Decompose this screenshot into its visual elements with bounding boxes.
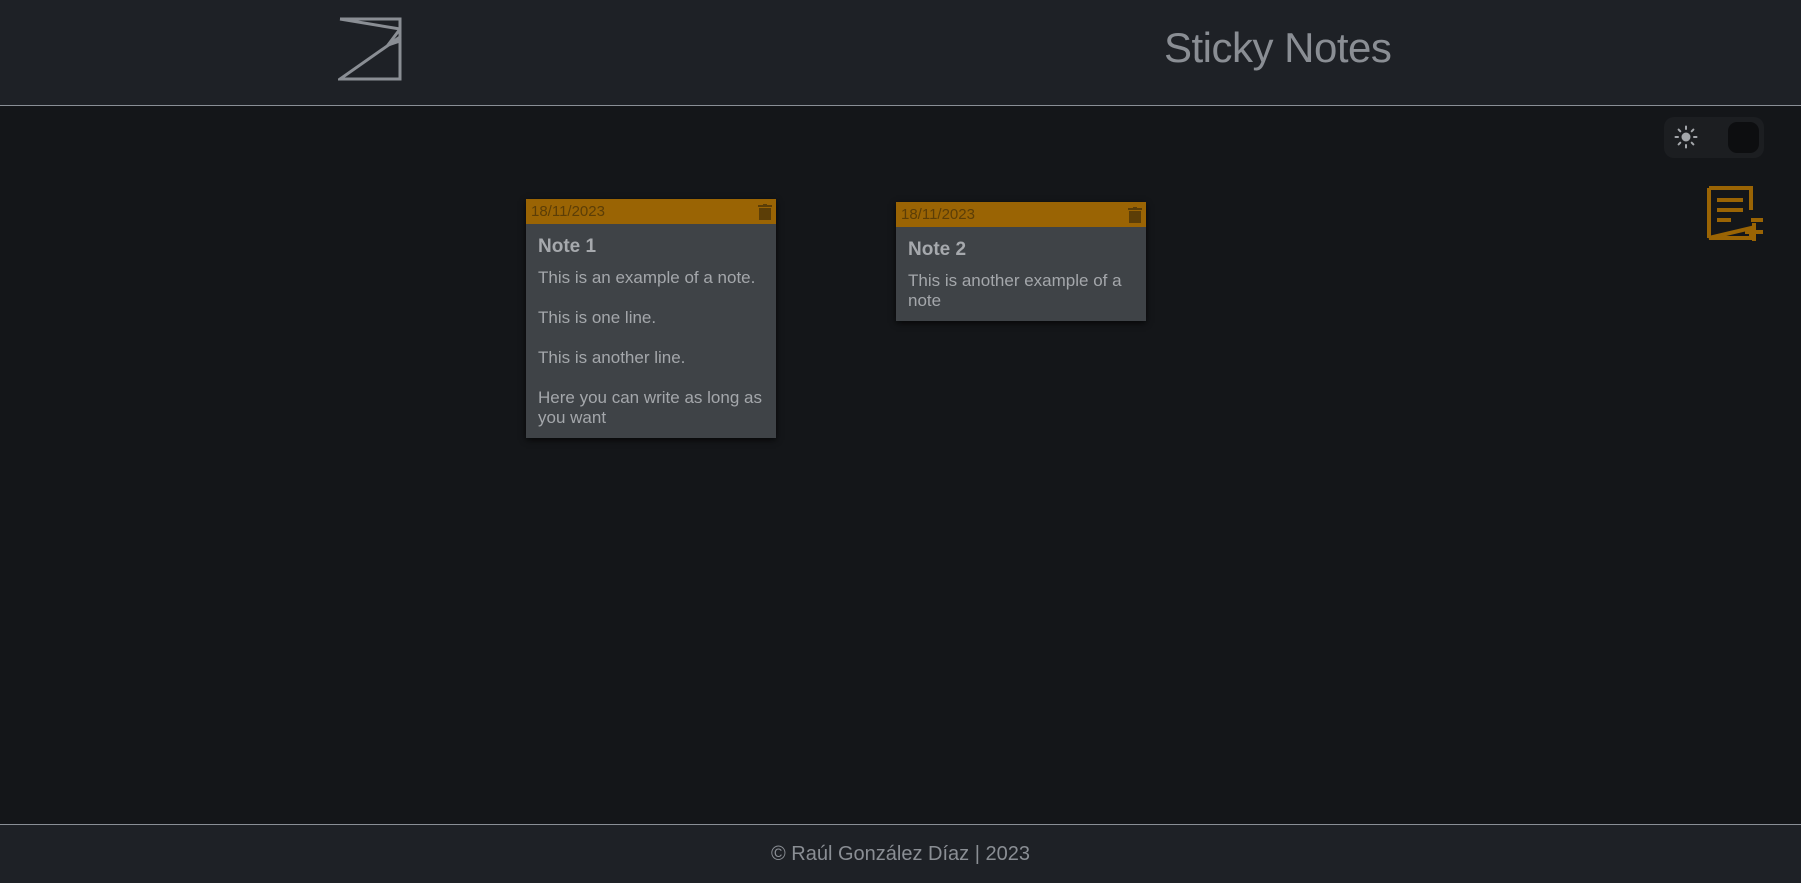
app-title: Sticky Notes: [1164, 24, 1392, 71]
note-body[interactable]: Note 2 This is another example of a note: [896, 227, 1146, 321]
note-card[interactable]: 18/11/2023 Note 1 This is an example of …: [526, 199, 776, 438]
sticky-note-icon: [338, 17, 402, 81]
note-header[interactable]: 18/11/2023: [526, 199, 776, 224]
sun-icon: [1674, 125, 1698, 149]
note-card[interactable]: 18/11/2023 Note 2 This is another exampl…: [896, 202, 1146, 321]
trash-icon[interactable]: [758, 204, 772, 220]
note-date: 18/11/2023: [901, 206, 975, 223]
note-line[interactable]: This is an example of a note.: [538, 268, 764, 288]
note-body[interactable]: Note 1 This is an example of a note. Thi…: [526, 224, 776, 438]
trash-icon[interactable]: [1128, 207, 1142, 223]
note-title[interactable]: Note 2: [908, 239, 1134, 261]
toggle-knob[interactable]: [1728, 122, 1759, 153]
note-date: 18/11/2023: [531, 203, 605, 220]
note-line[interactable]: This is another example of a note: [908, 271, 1134, 311]
app-header: Sticky Notes: [0, 0, 1801, 106]
add-note-icon[interactable]: [1705, 184, 1763, 244]
note-line[interactable]: This is another line.: [538, 348, 764, 368]
note-line[interactable]: Here you can write as long as you want: [538, 388, 764, 428]
theme-toggle[interactable]: [1664, 117, 1764, 158]
app-footer: © Raúl González Díaz | 2023: [0, 824, 1801, 883]
note-title[interactable]: Note 1: [538, 236, 764, 258]
note-header[interactable]: 18/11/2023: [896, 202, 1146, 227]
note-line[interactable]: This is one line.: [538, 308, 764, 328]
footer-copyright: © Raúl González Díaz | 2023: [771, 843, 1030, 865]
